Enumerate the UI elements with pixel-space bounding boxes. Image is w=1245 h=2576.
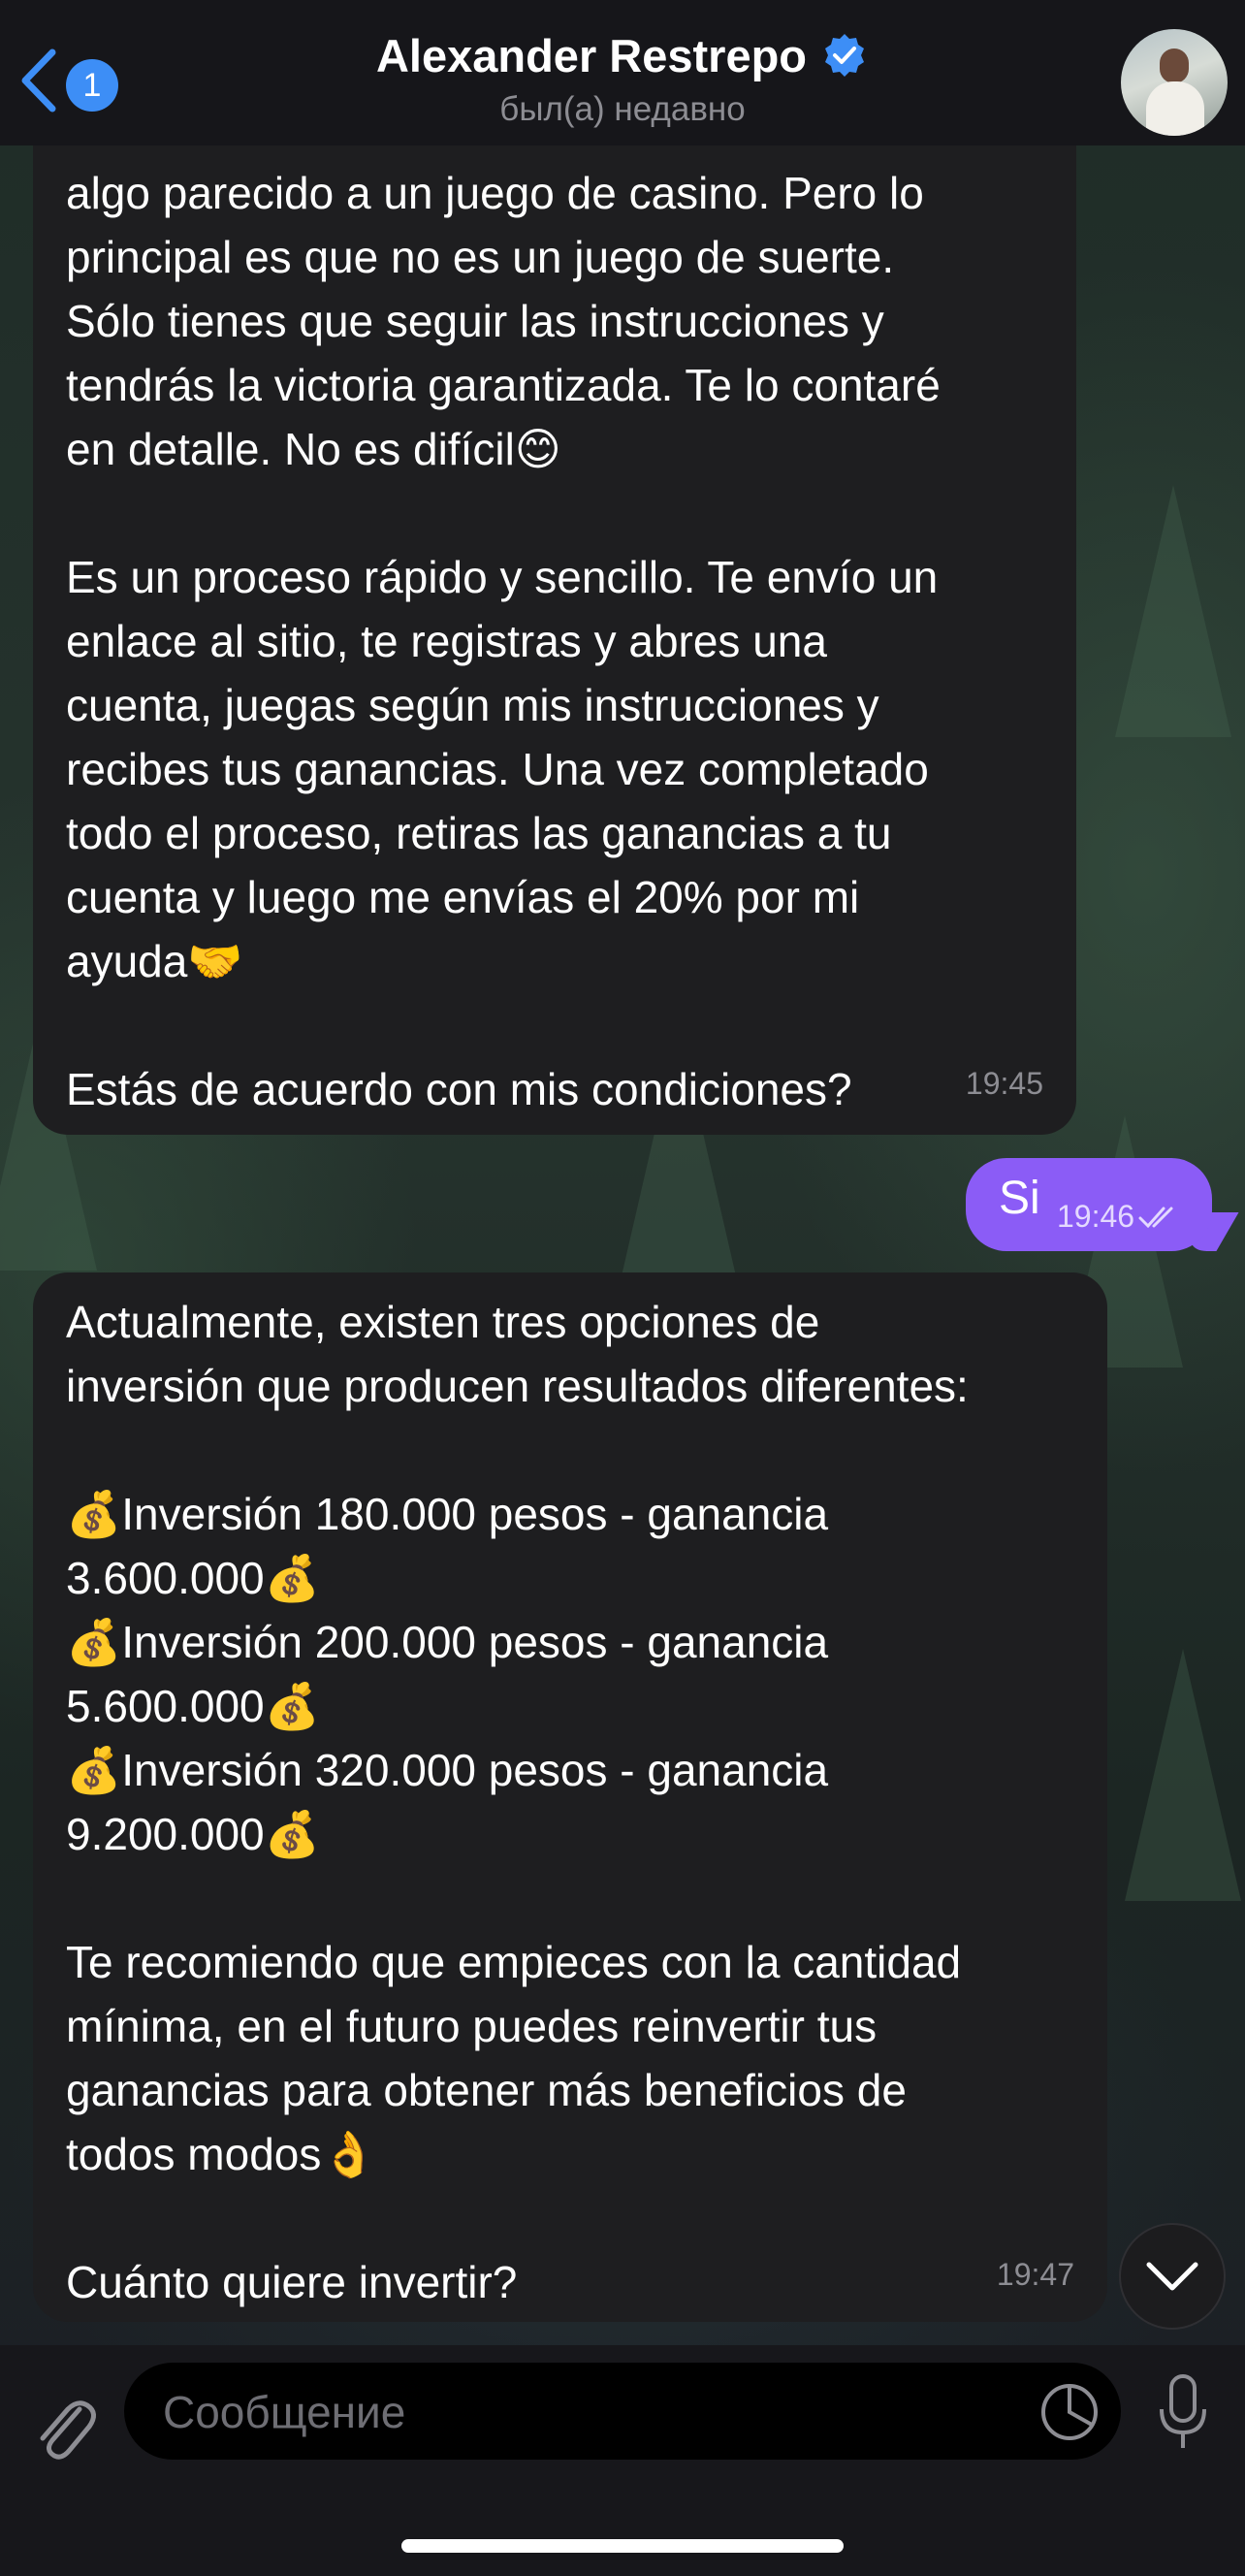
wallpaper-tree xyxy=(1125,1649,1241,1901)
incoming-message[interactable]: Actualmente, existen tres opciones de in… xyxy=(33,1272,1107,2322)
contact-name: Alexander Restrepo xyxy=(375,30,808,81)
message-meta: 19:46 xyxy=(1057,1199,1181,1235)
paperclip-icon[interactable] xyxy=(29,2380,97,2467)
message-text: Si xyxy=(999,1173,1040,1224)
wallpaper-tree xyxy=(1115,485,1231,737)
chevron-down-icon xyxy=(1146,2262,1198,2291)
message-input[interactable] xyxy=(161,2363,1018,2462)
home-indicator xyxy=(401,2539,844,2553)
scroll-to-bottom-button[interactable] xyxy=(1119,2223,1226,2330)
microphone-icon[interactable] xyxy=(1154,2372,1212,2454)
message-text: Actualmente, existen tres opciones de in… xyxy=(66,1297,969,2307)
message-input-field xyxy=(124,2363,1121,2462)
chat-title-area[interactable]: Alexander Restrepo был(а) недавно xyxy=(0,29,1245,129)
double-check-icon xyxy=(1138,1207,1173,1228)
incoming-message[interactable]: algo parecido a un juego de casino. Pero… xyxy=(33,145,1076,1135)
sticker-icon[interactable] xyxy=(1039,2382,1100,2442)
outgoing-message[interactable]: Si 19:46 xyxy=(966,1158,1212,1251)
message-time: 19:46 xyxy=(1057,1199,1135,1234)
contact-status: был(а) недавно xyxy=(499,90,746,128)
message-time: 19:45 xyxy=(965,1066,1043,1101)
message-text: algo parecido a un juego de casino. Pero… xyxy=(66,168,941,1114)
message-time: 19:47 xyxy=(996,2257,1074,2292)
chat-header: 1 Alexander Restrepo был(а) недавно xyxy=(0,0,1245,145)
verified-icon xyxy=(825,33,865,77)
avatar[interactable] xyxy=(1121,29,1228,136)
